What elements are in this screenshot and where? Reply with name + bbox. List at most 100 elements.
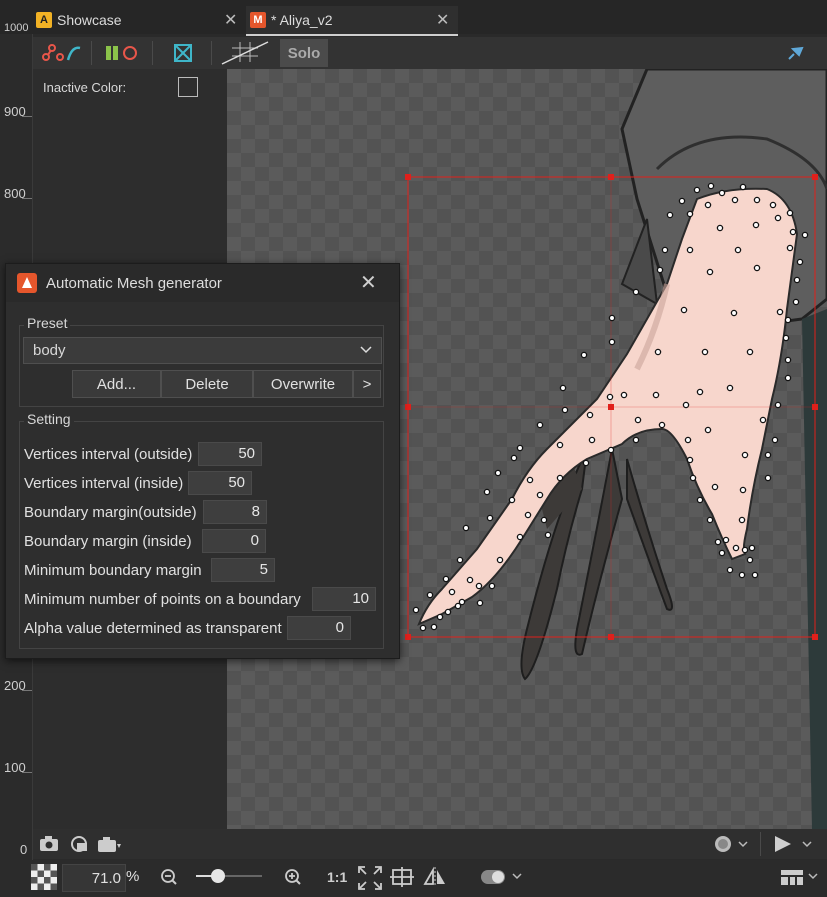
mesh-point: [561, 406, 569, 414]
play-icon[interactable]: [773, 834, 821, 859]
flip-icon[interactable]: [422, 866, 448, 893]
status-bar: 71.0 % 1:1: [0, 860, 827, 897]
mesh-point: [748, 544, 756, 552]
mesh-point: [526, 476, 534, 484]
mesh-point: [789, 228, 797, 236]
mesh-point: [544, 531, 552, 539]
vertices-interval-outside-field[interactable]: 50: [198, 442, 262, 466]
close-icon[interactable]: ✕: [360, 270, 377, 295]
fit-icon[interactable]: [357, 865, 383, 896]
mesh-point: [734, 246, 742, 254]
onion-skin-icon[interactable]: [713, 834, 749, 859]
mesh-point: [430, 623, 438, 631]
mesh-point: [771, 436, 779, 444]
boundary-margin-outside-field[interactable]: 8: [203, 500, 267, 524]
zoom-value: 71.0: [91, 870, 121, 887]
field-value: 50: [238, 445, 255, 462]
setting-label: Minimum boundary margin: [24, 562, 202, 579]
mesh-point: [714, 538, 722, 546]
mesh-point: [475, 582, 483, 590]
delete-preset-button[interactable]: Delete: [161, 370, 253, 398]
checker-icon[interactable]: [31, 864, 57, 895]
mesh-point: [752, 221, 760, 229]
mesh-point: [494, 469, 502, 477]
minimum-boundary-points-field[interactable]: 10: [312, 587, 376, 611]
zoom-slider-handle[interactable]: [210, 869, 225, 883]
setting-label: Boundary margin (inside): [24, 533, 192, 550]
dialog-titlebar[interactable]: Automatic Mesh generator ✕: [6, 264, 399, 302]
vertices-interval-inside-field[interactable]: 50: [188, 471, 252, 495]
mesh-point: [801, 231, 809, 239]
mesh-point: [701, 348, 709, 356]
mesh-point: [706, 516, 714, 524]
zoom-out-icon[interactable]: [160, 868, 178, 891]
mesh-point: [436, 613, 444, 621]
mesh-point: [739, 183, 747, 191]
alpha-transparent-field[interactable]: 0: [287, 616, 351, 640]
camera-icon[interactable]: [39, 834, 59, 857]
mesh-point: [682, 401, 690, 409]
minimum-boundary-margin-field[interactable]: 5: [211, 558, 275, 582]
camera-export-icon[interactable]: [97, 834, 123, 859]
mesh-point: [782, 334, 790, 342]
mesh-point: [486, 514, 494, 522]
overwrite-preset-button[interactable]: Overwrite: [253, 370, 353, 398]
mesh-point: [731, 196, 739, 204]
canvas-bottom-bar: [33, 829, 827, 859]
mesh-point: [689, 474, 697, 482]
add-preset-button[interactable]: Add...: [72, 370, 161, 398]
mesh-point: [634, 416, 642, 424]
actual-size-button[interactable]: 1:1: [327, 869, 347, 885]
separator: [760, 832, 761, 856]
boundary-margin-inside-field[interactable]: 0: [202, 529, 266, 553]
layout-icon[interactable]: [780, 867, 824, 892]
field-value: 0: [335, 619, 344, 636]
mesh-point: [753, 196, 761, 204]
mesh-point: [680, 306, 688, 314]
mesh-point: [726, 384, 734, 392]
mesh-point: [556, 474, 564, 482]
field-value: 10: [352, 590, 369, 607]
mesh-point: [696, 388, 704, 396]
mesh-point: [718, 189, 726, 197]
guide-icon[interactable]: [390, 866, 414, 893]
mesh-point: [738, 516, 746, 524]
setting-label: Vertices interval (outside): [24, 446, 193, 463]
mesh-point: [751, 571, 759, 579]
toggle-icon[interactable]: [480, 867, 526, 892]
mesh-point: [786, 209, 794, 217]
setting-label: Boundary margin(outside): [24, 504, 197, 521]
mesh-point: [419, 624, 427, 632]
mesh-point: [606, 393, 614, 401]
mesh-point: [693, 186, 701, 194]
mesh-point: [536, 491, 544, 499]
selection-handle: [405, 634, 411, 640]
mesh-point: [774, 401, 782, 409]
selection-handle: [608, 174, 614, 180]
preset-group-label: Preset: [24, 315, 71, 331]
preset-select[interactable]: body: [23, 337, 382, 364]
selection-handle: [812, 174, 818, 180]
mesh-point: [716, 224, 724, 232]
mesh-point: [412, 606, 420, 614]
mesh-point: [684, 436, 692, 444]
dialog-title: Automatic Mesh generator: [46, 275, 222, 292]
selection-handle: [812, 404, 818, 410]
refresh-view-icon[interactable]: [69, 834, 91, 859]
mesh-point: [753, 264, 761, 272]
mesh-point: [524, 511, 532, 519]
mesh-point: [738, 571, 746, 579]
zoom-slider[interactable]: [196, 869, 262, 883]
mesh-point: [466, 576, 474, 584]
more-preset-button[interactable]: >: [353, 370, 381, 398]
mesh-point: [764, 474, 772, 482]
mesh-point: [586, 411, 594, 419]
mesh-point: [678, 197, 686, 205]
automatic-mesh-dialog: Automatic Mesh generator ✕ Preset body A…: [5, 263, 400, 659]
mesh-point: [516, 444, 524, 452]
mesh-point: [764, 451, 772, 459]
mesh-point: [582, 459, 590, 467]
mesh-point: [462, 524, 470, 532]
zoom-in-icon[interactable]: [284, 868, 302, 891]
zoom-input[interactable]: 71.0: [62, 864, 126, 892]
